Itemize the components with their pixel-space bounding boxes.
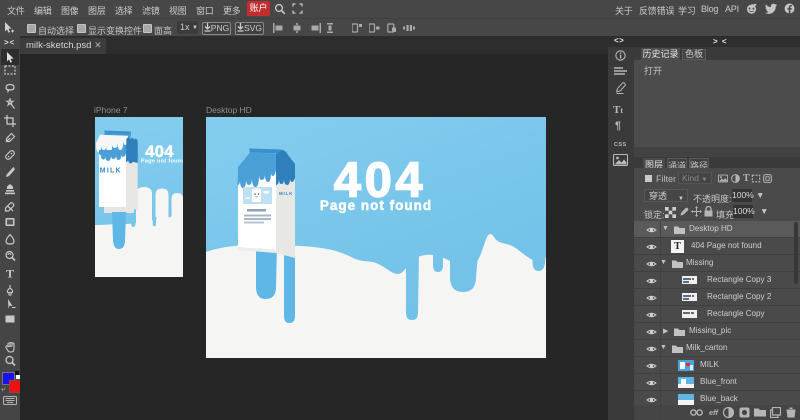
svg-text:MILK: MILK	[100, 168, 122, 175]
svg-text:Page not found: Page not found	[141, 158, 183, 164]
svg-text:T: T	[6, 267, 14, 279]
svg-text:Page not found: Page not found	[320, 198, 432, 213]
svg-text:MILK: MILK	[279, 191, 293, 196]
